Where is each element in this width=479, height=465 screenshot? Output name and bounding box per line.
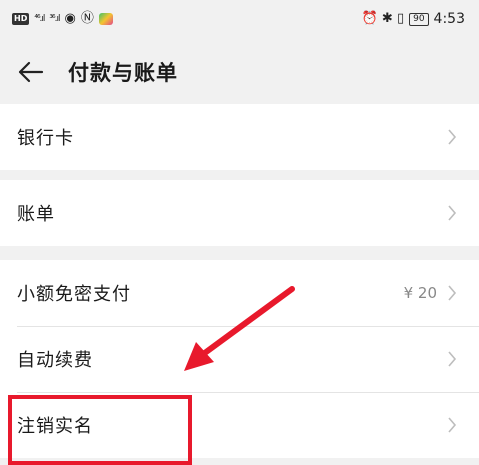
annotation-arrow-icon [184, 286, 295, 371]
